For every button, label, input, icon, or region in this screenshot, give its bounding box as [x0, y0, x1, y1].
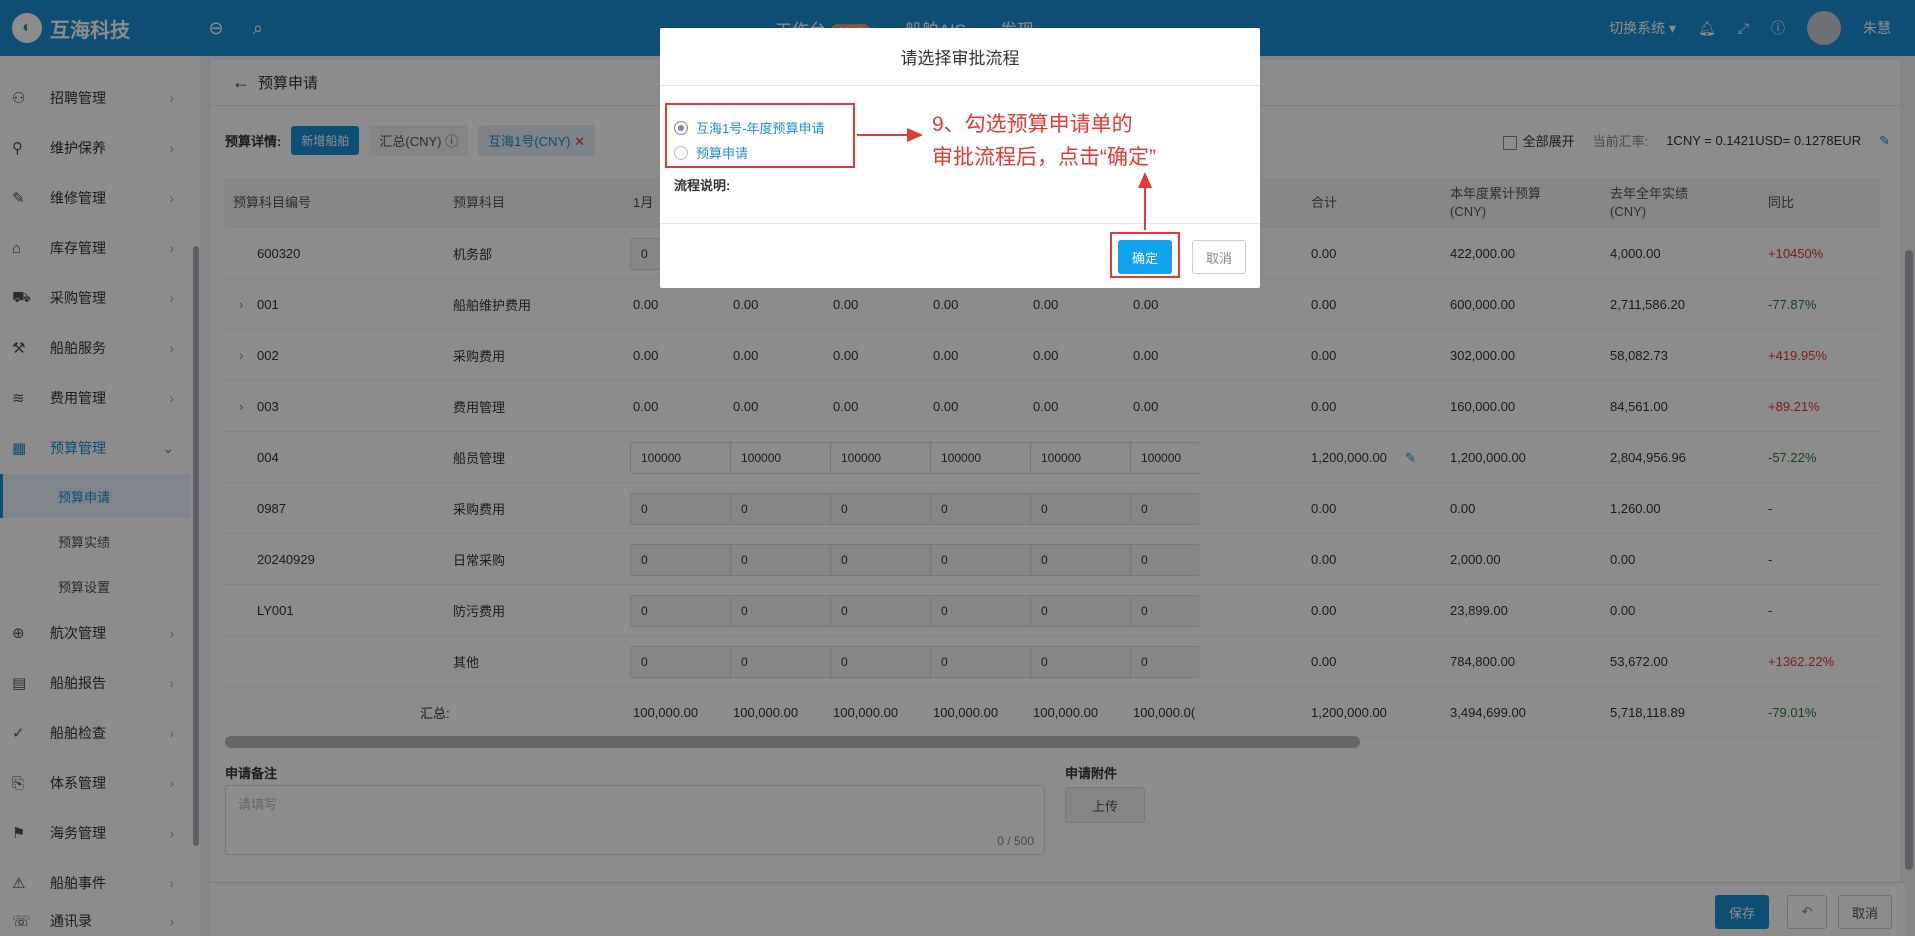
flow-desc-label: 流程说明: [674, 178, 731, 193]
highlight-box-options [665, 103, 855, 168]
dialog-title: 请选择审批流程 [660, 28, 1260, 86]
annotation-note: 9、勾选预算申请单的 审批流程后，点击“确定” [932, 113, 1156, 169]
dialog-cancel-button[interactable]: 取消 [1192, 240, 1246, 274]
arrow-up-icon [1138, 172, 1152, 230]
arrow-right-icon [857, 128, 923, 142]
highlight-box-confirm [1110, 232, 1180, 278]
